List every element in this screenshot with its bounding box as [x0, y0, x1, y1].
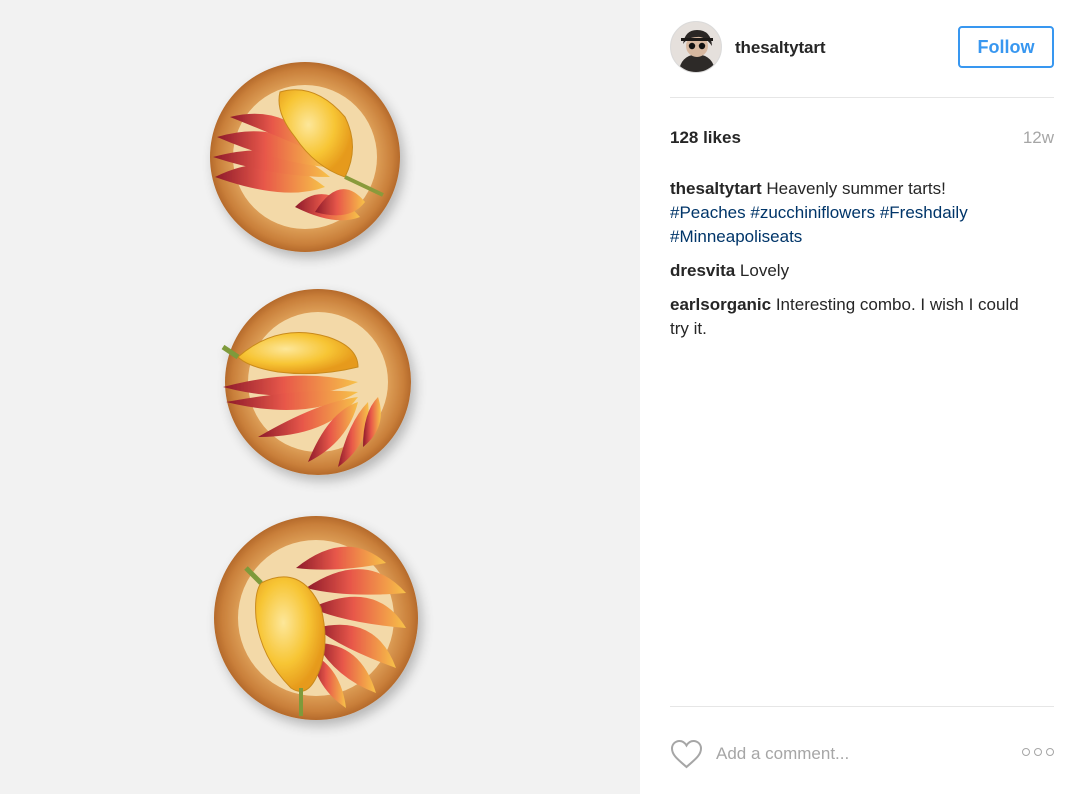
- list-item: earlsorganic Interesting combo. I wish I…: [670, 293, 1030, 341]
- comment-text: Lovely: [735, 261, 790, 280]
- likes-count[interactable]: 128 likes: [670, 128, 741, 148]
- post-footer: [670, 706, 1054, 794]
- post-details-panel: thesaltytart Follow 128 likes 12w thesal…: [640, 0, 1086, 794]
- caption-text: Heavenly summer tarts!: [761, 179, 946, 198]
- hashtag-peaches[interactable]: #Peaches: [670, 203, 746, 222]
- caption-username[interactable]: thesaltytart: [670, 179, 762, 198]
- comment-username[interactable]: earlsorganic: [670, 295, 771, 314]
- comment-username[interactable]: dresvita: [670, 261, 735, 280]
- add-comment-input[interactable]: [716, 741, 1006, 767]
- comments-list: thesaltytart Heavenly summer tarts! #Pea…: [670, 177, 1030, 351]
- tart-bottom: [214, 516, 418, 720]
- caption: thesaltytart Heavenly summer tarts! #Pea…: [670, 177, 1030, 249]
- tart-top: [210, 62, 400, 252]
- avatar[interactable]: [670, 21, 722, 73]
- tarts-photo: [0, 0, 640, 794]
- follow-button[interactable]: Follow: [958, 26, 1054, 68]
- heart-outline-icon[interactable]: [670, 739, 703, 769]
- more-options-icon[interactable]: [1020, 745, 1054, 759]
- post-time[interactable]: 12w: [1023, 128, 1054, 148]
- list-item: dresvita Lovely: [670, 259, 1030, 283]
- post-header: thesaltytart Follow: [670, 0, 1054, 98]
- post-username[interactable]: thesaltytart: [735, 38, 826, 58]
- hashtag-freshdaily[interactable]: #Freshdaily: [880, 203, 968, 222]
- hashtag-minneapoliseats[interactable]: #Minneapoliseats: [670, 227, 802, 246]
- avatar-image-icon: [671, 22, 721, 72]
- hashtag-zucchiniflowers[interactable]: #zucchiniflowers: [750, 203, 875, 222]
- post-stats: 128 likes 12w: [670, 128, 1054, 152]
- post-photo[interactable]: [0, 0, 640, 794]
